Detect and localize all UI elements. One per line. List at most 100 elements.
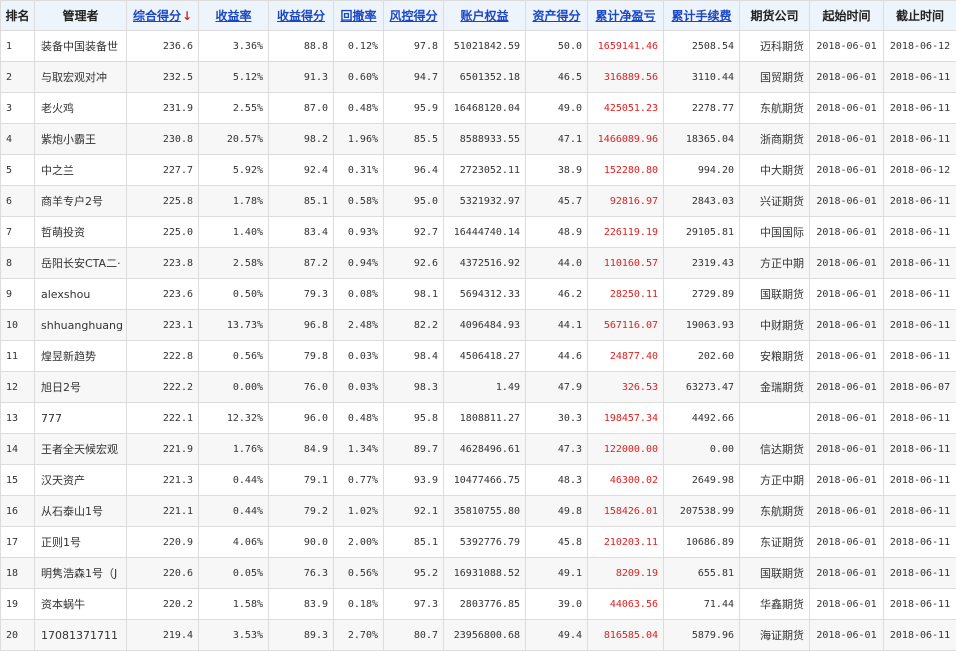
cell-return-score: 83.9: [269, 589, 334, 620]
cell-cum-fee: 2649.98: [664, 465, 740, 496]
cell-start-date: 2018-06-01: [810, 155, 884, 186]
cell-cum-pnl: 567116.07: [588, 310, 664, 341]
cell-manager: 煌昱新趋势: [35, 341, 127, 372]
cell-cum-fee: 0.00: [664, 434, 740, 465]
cell-drawdown: 0.12%: [334, 31, 384, 62]
cell-equity: 16444740.14: [444, 217, 526, 248]
cell-asset-score: 46.2: [526, 279, 588, 310]
sort-header-asset-score[interactable]: 资产得分: [526, 1, 588, 31]
sort-header-risk-score[interactable]: 风控得分: [384, 1, 444, 31]
header-score-label[interactable]: 综合得分: [133, 9, 181, 23]
cell-start-date: 2018-06-01: [810, 31, 884, 62]
cell-equity: 2723052.11: [444, 155, 526, 186]
sort-header-equity[interactable]: 账户权益: [444, 1, 526, 31]
header-end: 截止时间: [884, 1, 956, 31]
cell-equity: 8588933.55: [444, 124, 526, 155]
cell-asset-score: 47.9: [526, 372, 588, 403]
sort-header-drawdown[interactable]: 回撤率: [334, 1, 384, 31]
cell-cum-fee: 2843.03: [664, 186, 740, 217]
cell-broker: 兴证期货: [740, 186, 810, 217]
table-row: 6商羊专户2号225.81.78%85.10.58%95.05321932.97…: [1, 186, 956, 217]
ranking-table: 排名 管理者 综合得分↓ 收益率 收益得分 回撤率 风控得分 账户权益 资产得分…: [0, 0, 956, 651]
cell-return-score: 83.4: [269, 217, 334, 248]
cell-end-date: 2018-06-11: [884, 403, 956, 434]
cell-cum-fee: 2729.89: [664, 279, 740, 310]
cell-manager: 17081371711: [35, 620, 127, 651]
table-row: 10shhuanghuang223.113.73%96.82.48%82.240…: [1, 310, 956, 341]
cell-equity: 5392776.79: [444, 527, 526, 558]
sort-header-return-rate[interactable]: 收益率: [199, 1, 269, 31]
sort-header-cum-fee[interactable]: 累计手续费: [664, 1, 740, 31]
cell-score: 227.7: [127, 155, 199, 186]
cell-drawdown: 0.94%: [334, 248, 384, 279]
cell-drawdown: 0.48%: [334, 403, 384, 434]
cell-cum-pnl: 425051.23: [588, 93, 664, 124]
cell-risk-score: 98.3: [384, 372, 444, 403]
cell-return-rate: 1.40%: [199, 217, 269, 248]
cell-score: 220.6: [127, 558, 199, 589]
cell-drawdown: 2.70%: [334, 620, 384, 651]
cell-cum-pnl: 326.53: [588, 372, 664, 403]
cell-drawdown: 0.93%: [334, 217, 384, 248]
cell-asset-score: 48.3: [526, 465, 588, 496]
table-row: 15汉天资产221.30.44%79.10.77%93.910477466.75…: [1, 465, 956, 496]
cell-manager: 从石泰山1号: [35, 496, 127, 527]
table-row: 11煌昱新趋势222.80.56%79.80.03%98.44506418.27…: [1, 341, 956, 372]
sort-header-return-score[interactable]: 收益得分: [269, 1, 334, 31]
cell-return-rate: 0.05%: [199, 558, 269, 589]
cell-broker: 方正中期: [740, 248, 810, 279]
cell-score: 221.1: [127, 496, 199, 527]
cell-equity: 16468120.04: [444, 93, 526, 124]
cell-broker: 中国国际: [740, 217, 810, 248]
cell-asset-score: 44.0: [526, 248, 588, 279]
cell-return-rate: 0.44%: [199, 465, 269, 496]
cell-cum-pnl: 1659141.46: [588, 31, 664, 62]
cell-rank: 3: [1, 93, 35, 124]
cell-return-score: 92.4: [269, 155, 334, 186]
cell-cum-pnl: 210203.11: [588, 527, 664, 558]
cell-risk-score: 94.7: [384, 62, 444, 93]
cell-start-date: 2018-06-01: [810, 310, 884, 341]
cell-manager: 紫炮小霸王: [35, 124, 127, 155]
cell-asset-score: 44.6: [526, 341, 588, 372]
cell-start-date: 2018-06-01: [810, 527, 884, 558]
cell-cum-pnl: 816585.04: [588, 620, 664, 651]
cell-risk-score: 92.1: [384, 496, 444, 527]
cell-return-score: 89.3: [269, 620, 334, 651]
cell-rank: 9: [1, 279, 35, 310]
cell-drawdown: 2.48%: [334, 310, 384, 341]
cell-rank: 18: [1, 558, 35, 589]
sort-header-score[interactable]: 综合得分↓: [127, 1, 199, 31]
cell-asset-score: 50.0: [526, 31, 588, 62]
cell-broker: 国联期货: [740, 279, 810, 310]
cell-broker: 中大期货: [740, 155, 810, 186]
cell-broker: 东证期货: [740, 527, 810, 558]
cell-score: 222.8: [127, 341, 199, 372]
cell-asset-score: 45.8: [526, 527, 588, 558]
cell-cum-pnl: 198457.34: [588, 403, 664, 434]
cell-start-date: 2018-06-01: [810, 217, 884, 248]
cell-cum-fee: 994.20: [664, 155, 740, 186]
cell-end-date: 2018-06-11: [884, 310, 956, 341]
cell-cum-pnl: 152280.80: [588, 155, 664, 186]
cell-risk-score: 97.3: [384, 589, 444, 620]
cell-end-date: 2018-06-11: [884, 248, 956, 279]
cell-manager: shhuanghuang: [35, 310, 127, 341]
table-row: 16从石泰山1号221.10.44%79.21.02%92.135810755.…: [1, 496, 956, 527]
cell-return-rate: 1.78%: [199, 186, 269, 217]
cell-cum-pnl: 8209.19: [588, 558, 664, 589]
table-row: 18明隽浩森1号（J220.60.05%76.30.56%95.21693108…: [1, 558, 956, 589]
cell-equity: 51021842.59: [444, 31, 526, 62]
cell-score: 220.9: [127, 527, 199, 558]
cell-drawdown: 1.02%: [334, 496, 384, 527]
sort-header-cum-pnl[interactable]: 累计净盈亏: [588, 1, 664, 31]
cell-score: 225.0: [127, 217, 199, 248]
sort-desc-arrow-icon[interactable]: ↓: [182, 9, 192, 23]
cell-equity: 4096484.93: [444, 310, 526, 341]
cell-risk-score: 97.8: [384, 31, 444, 62]
cell-return-rate: 5.92%: [199, 155, 269, 186]
cell-asset-score: 38.9: [526, 155, 588, 186]
cell-end-date: 2018-06-11: [884, 124, 956, 155]
cell-return-score: 76.0: [269, 372, 334, 403]
cell-broker: 信达期货: [740, 434, 810, 465]
